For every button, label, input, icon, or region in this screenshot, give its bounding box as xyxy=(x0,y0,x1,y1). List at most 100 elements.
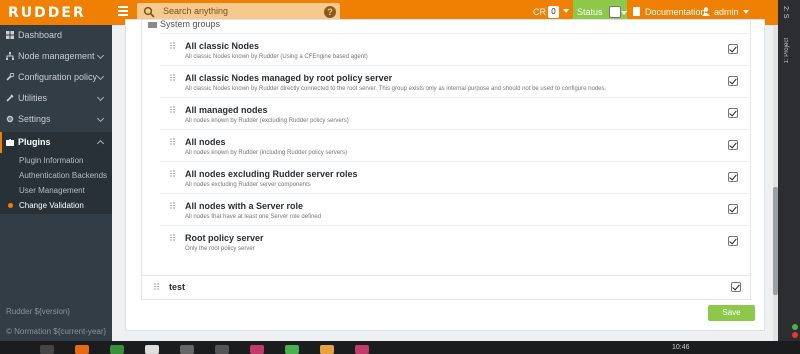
submenu-item-change-validation[interactable]: Change Validation xyxy=(0,198,112,213)
submenu-item-user-management[interactable]: User Management xyxy=(0,183,112,198)
ide-side-panel: 2: S 1: Project xyxy=(778,0,800,341)
group-name: All classic Nodes xyxy=(185,41,260,51)
active-dot-icon xyxy=(8,203,13,208)
submenu-item-plugin-information[interactable]: Plugin Information xyxy=(0,153,112,168)
group-description: Only the root policy server xyxy=(185,246,255,252)
version-text: Rudder ${version} xyxy=(6,307,71,316)
tree-row-group[interactable]: All nodes All nodes known by Rudder (incl… xyxy=(160,129,751,161)
drag-handle-icon[interactable] xyxy=(170,138,176,145)
ide-app-icon[interactable] xyxy=(250,345,264,354)
submenu-item-label: User Management xyxy=(19,186,85,195)
taskbar-clock: 10:46 xyxy=(672,344,690,351)
group-checkbox[interactable] xyxy=(728,172,738,182)
copyright-text: © Normation ${current-year} xyxy=(6,327,107,336)
group-checkbox[interactable] xyxy=(728,236,738,246)
documentation-link[interactable]: Documentation xyxy=(633,7,706,17)
sidebar-item-plugins[interactable]: Plugins xyxy=(0,132,112,153)
sidebar-item-settings[interactable]: Settings xyxy=(0,109,112,130)
folder-icon xyxy=(148,22,157,28)
spotify-app-icon[interactable] xyxy=(285,345,299,354)
tree-row-group[interactable]: All nodes with a Server role All nodes th… xyxy=(160,193,751,225)
chevron-down-icon xyxy=(96,93,105,102)
search-help-icon[interactable]: ? xyxy=(324,6,336,18)
search-icon xyxy=(143,6,155,18)
user-chevron-down-icon xyxy=(742,10,749,14)
slack-app-icon[interactable] xyxy=(180,345,194,354)
os-taskbar: 10:46 xyxy=(0,341,800,354)
dashboard-icon xyxy=(6,31,14,39)
main-content: System groups All classic Nodes All class… xyxy=(112,19,778,341)
sidebar-item-dashboard[interactable]: Dashboard xyxy=(0,25,112,46)
rudder-app-icon[interactable] xyxy=(75,345,89,354)
tree-row-group[interactable]: All classic Nodes All classic Nodes known… xyxy=(160,33,751,65)
tree-row-test[interactable]: test xyxy=(141,276,751,300)
browser-app-icon[interactable] xyxy=(110,345,124,354)
tree-category-label[interactable]: System groups xyxy=(160,19,220,29)
tree-row-group[interactable]: All managed nodes All nodes known by Rudd… xyxy=(160,97,751,129)
sidebar-item-label: Utilities xyxy=(18,93,48,103)
submenu-item-label: Plugin Information xyxy=(19,156,84,165)
chevron-up-icon xyxy=(96,139,105,148)
change-request-label[interactable]: CR xyxy=(533,7,546,17)
sidebar-item-configuration-policy[interactable]: Configuration policy xyxy=(0,67,112,88)
status-chevron-down-icon xyxy=(621,11,627,15)
sidebar-item-label: Node management xyxy=(18,51,95,61)
rudder-logo[interactable]: RUDDER xyxy=(8,5,86,21)
cr-chevron-down-icon[interactable] xyxy=(563,9,569,13)
files-app-icon[interactable] xyxy=(145,345,159,354)
search-placeholder: Search anything xyxy=(163,6,229,16)
group-name: All managed nodes xyxy=(185,105,268,115)
tool-app-icon[interactable] xyxy=(320,345,334,354)
sidebar-item-node-management[interactable]: Node management xyxy=(0,46,112,67)
chevron-down-icon xyxy=(96,51,105,60)
group-description: All nodes known by Rudder (including Rud… xyxy=(185,150,348,156)
group-checkbox[interactable] xyxy=(731,282,741,292)
group-description: All classic Nodes known by Rudder (Using… xyxy=(185,54,368,60)
sidebar-item-label: Settings xyxy=(18,114,51,124)
user-icon xyxy=(702,7,710,16)
drag-handle-icon[interactable] xyxy=(170,42,176,49)
user-name: admin xyxy=(714,7,739,17)
ide-tab-label[interactable]: 2: S xyxy=(782,6,789,18)
group-description: All nodes excluding Rudder server compon… xyxy=(185,182,311,188)
group-description: All nodes known by Rudder (excluding Rud… xyxy=(185,118,349,124)
ide2-app-icon[interactable] xyxy=(355,345,369,354)
sidebar-item-label: Plugins xyxy=(18,137,51,147)
tree-row-group[interactable]: Root policy server Only the root policy s… xyxy=(160,225,751,257)
chevron-down-icon xyxy=(96,72,105,81)
group-checkbox[interactable] xyxy=(728,44,738,54)
group-name: All nodes xyxy=(185,137,226,147)
drag-handle-icon[interactable] xyxy=(170,106,176,113)
submenu-item-label: Change Validation xyxy=(19,201,84,210)
group-checkbox[interactable] xyxy=(728,76,738,86)
terminal-app-icon[interactable] xyxy=(40,345,54,354)
change-request-count-badge[interactable]: 0 xyxy=(548,6,559,18)
drag-handle-icon[interactable] xyxy=(170,202,176,209)
red-status-icon xyxy=(792,332,798,338)
user-menu[interactable]: admin xyxy=(702,7,749,17)
drag-handle-icon[interactable] xyxy=(154,283,160,290)
drag-handle-icon[interactable] xyxy=(170,170,176,177)
submenu-item-label: Authentication Backends xyxy=(19,171,108,180)
plugins-submenu: Plugin Information Authentication Backen… xyxy=(0,153,112,214)
sidebar-item-label: Configuration policy xyxy=(18,72,98,82)
sidebar-item-utilities[interactable]: Utilities xyxy=(0,88,112,109)
documentation-label: Documentation xyxy=(645,7,706,17)
group-name: test xyxy=(169,282,186,292)
save-button[interactable]: Save xyxy=(708,305,755,321)
group-checkbox[interactable] xyxy=(728,108,738,118)
book-icon xyxy=(633,7,640,16)
tree-row-group[interactable]: All nodes excluding Rudder server roles A… xyxy=(160,161,751,193)
group-checkbox[interactable] xyxy=(728,204,738,214)
tree-row-group[interactable]: All classic Nodes managed by root policy… xyxy=(160,65,751,97)
monitor-app-icon[interactable] xyxy=(215,345,229,354)
status-label: Status xyxy=(577,7,603,17)
group-checkbox[interactable] xyxy=(728,140,738,150)
ide-project-tab[interactable]: 1: Project xyxy=(784,38,790,63)
drag-handle-icon[interactable] xyxy=(170,234,176,241)
submenu-item-authentication-backends[interactable]: Authentication Backends xyxy=(0,168,112,183)
menu-toggle-icon[interactable] xyxy=(118,6,128,18)
drag-handle-icon[interactable] xyxy=(170,74,176,81)
group-name: Root policy server xyxy=(185,233,264,243)
wrench-icon xyxy=(6,73,14,81)
